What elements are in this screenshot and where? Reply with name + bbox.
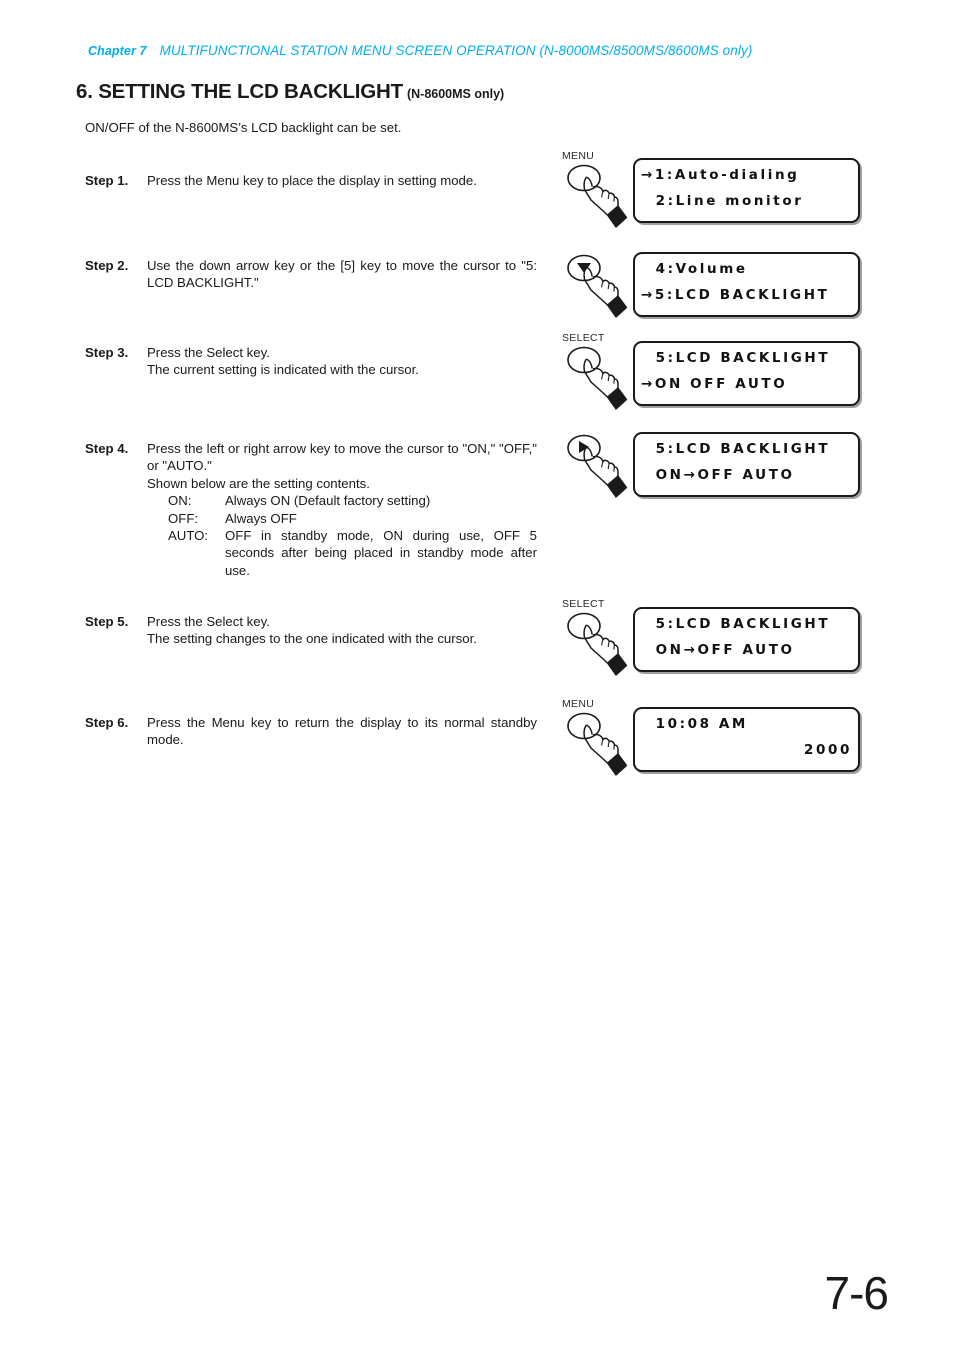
lcd-display-1: →1:Auto-dialing 2:Line monitor: [633, 158, 860, 223]
step-5: Step 5. Press the Select key. The settin…: [85, 613, 537, 648]
step-4: Step 4. Press the left or right arrow ke…: [85, 440, 537, 579]
step-1-line-1: Press the Menu key to place the display …: [147, 173, 477, 188]
lcd-3-line-2: →ON OFF AUTO: [641, 376, 788, 392]
lcd-3-line-1: 5:LCD BACKLIGHT: [641, 350, 831, 366]
step-3-label: Step 3.: [85, 345, 129, 360]
hand-pressing-select-key-icon-2: [560, 610, 630, 693]
step-6-label: Step 6.: [85, 715, 129, 730]
key-label-menu-1: MENU: [562, 150, 595, 162]
lcd-display-4: 5:LCD BACKLIGHT ON→OFF AUTO: [633, 432, 860, 497]
step-1-label: Step 1.: [85, 173, 129, 188]
chapter-title: MULTIFUNCTIONAL STATION MENU SCREEN OPER…: [159, 43, 753, 58]
lcd-5-line-1: 5:LCD BACKLIGHT: [641, 616, 831, 632]
lcd-display-5: 5:LCD BACKLIGHT ON→OFF AUTO: [633, 607, 860, 672]
hand-pressing-menu-key-icon: [560, 162, 630, 245]
step-3-line-1: Press the Select key.: [147, 345, 270, 360]
option-row-off: OFF: Always OFF: [168, 510, 537, 527]
step-4-option-list: ON: Always ON (Default factory setting) …: [168, 492, 537, 579]
lcd-4-line-2: ON→OFF AUTO: [641, 467, 795, 483]
intro-paragraph: ON/OFF of the N-8600MS’s LCD backlight c…: [85, 120, 402, 135]
step-5-body: Press the Select key. The setting change…: [147, 613, 537, 648]
step-3-body: Press the Select key. The current settin…: [147, 344, 537, 379]
step-4-body: Press the left or right arrow key to mov…: [147, 440, 537, 579]
lcd-1-line-2: 2:Line monitor: [641, 193, 804, 209]
lcd-4-line-1: 5:LCD BACKLIGHT: [641, 441, 831, 457]
step-4-line-2: Shown below are the setting contents.: [147, 475, 370, 491]
option-row-auto: AUTO: OFF in standby mode, ON during use…: [168, 527, 537, 579]
key-label-select-2: SELECT: [562, 598, 605, 610]
step-4-label: Step 4.: [85, 441, 129, 456]
step-3-line-2: The current setting is indicated with th…: [147, 362, 419, 378]
hand-pressing-select-key-icon: [560, 344, 630, 427]
lcd-6-line-2: 2000: [804, 742, 852, 758]
section-title-subtitle: (N-8600MS only): [406, 87, 505, 101]
lcd-2-line-2: →5:LCD BACKLIGHT: [641, 287, 830, 303]
key-label-menu-2: MENU: [562, 698, 595, 710]
step-6-line-1: Press the Menu key to return the display…: [147, 715, 537, 748]
step-5-line-1: Press the Select key.: [147, 614, 270, 629]
hand-pressing-down-arrow-key-icon: [560, 252, 630, 335]
page-title: 6. SETTING THE LCD BACKLIGHT (N-8600MS on…: [76, 80, 504, 104]
lcd-6-line-1: 10:08 AM: [641, 716, 748, 732]
step-3: Step 3. Press the Select key. The curren…: [85, 344, 537, 379]
lcd-2-line-1: 4:Volume: [641, 261, 748, 277]
step-5-line-2: The setting changes to the one indicated…: [147, 631, 477, 647]
option-value-on: Always ON (Default factory setting): [225, 493, 431, 509]
hand-pressing-right-arrow-key-icon: [560, 432, 630, 515]
lcd-display-3: 5:LCD BACKLIGHT →ON OFF AUTO: [633, 341, 860, 406]
step-6-body: Press the Menu key to return the display…: [147, 714, 537, 749]
step-2-line-1: Use the down arrow key or the [5] key to…: [147, 258, 537, 291]
section-title-main: 6. SETTING THE LCD BACKLIGHT: [76, 80, 403, 103]
lcd-display-2: 4:Volume →5:LCD BACKLIGHT: [633, 252, 860, 317]
page-number: 7-6: [824, 1267, 889, 1319]
step-5-label: Step 5.: [85, 614, 129, 629]
chapter-header: Chapter 7 MULTIFUNCTIONAL STATION MENU SC…: [88, 43, 888, 58]
option-row-on: ON: Always ON (Default factory setting): [168, 492, 537, 509]
chapter-number: Chapter 7: [88, 44, 147, 58]
step-1: Step 1. Press the Menu key to place the …: [85, 172, 537, 189]
step-6: Step 6. Press the Menu key to return the…: [85, 714, 537, 749]
step-4-line-1: Press the left or right arrow key to mov…: [147, 441, 537, 474]
lcd-1-line-1: →1:Auto-dialing: [641, 167, 800, 183]
option-key-off: OFF:: [168, 510, 199, 526]
option-value-auto: OFF in standby mode, ON during use, OFF …: [225, 528, 537, 578]
lcd-display-6: 10:08 AM 2000: [633, 707, 860, 772]
lcd-5-line-2: ON→OFF AUTO: [641, 642, 795, 658]
option-key-on: ON:: [168, 493, 192, 509]
option-key-auto: AUTO:: [168, 528, 209, 544]
step-2-label: Step 2.: [85, 258, 129, 273]
step-2: Step 2. Use the down arrow key or the [5…: [85, 257, 537, 292]
option-value-off: Always OFF: [225, 510, 297, 526]
key-label-select-1: SELECT: [562, 332, 605, 344]
step-2-body: Use the down arrow key or the [5] key to…: [147, 257, 537, 292]
hand-pressing-menu-key-icon-2: [560, 710, 630, 793]
step-1-body: Press the Menu key to place the display …: [147, 172, 537, 189]
